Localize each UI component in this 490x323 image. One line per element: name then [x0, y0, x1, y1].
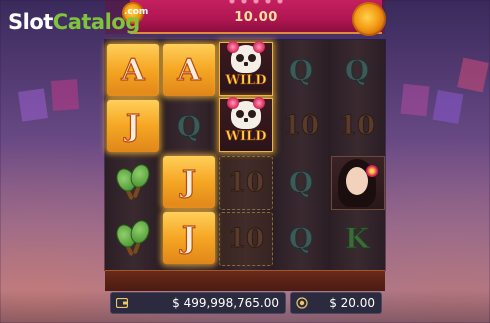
- wild-symbol: WILD: [219, 40, 273, 96]
- symbol-glyph: 10: [282, 111, 320, 142]
- catrina-lady-symbol: [331, 156, 385, 210]
- logo-com-text: .com: [124, 7, 149, 17]
- reel-footer-bar: [105, 270, 385, 291]
- symbol-q: Q: [331, 44, 383, 96]
- win-value: 10.00: [234, 10, 278, 25]
- symbol-glyph: K: [344, 221, 370, 255]
- symbol-10: 10: [219, 156, 273, 210]
- wild-label: WILD: [225, 72, 267, 88]
- skull-icon: [227, 40, 265, 73]
- symbol-10: 10: [275, 100, 327, 152]
- symbol-glyph: 10: [227, 168, 265, 199]
- symbol-glyph: A: [177, 52, 201, 88]
- maraca-symbol: [107, 212, 159, 264]
- symbol-q: Q: [163, 100, 215, 152]
- symbol-q: Q: [275, 44, 327, 96]
- wallet-icon: [115, 296, 129, 310]
- symbol-glyph: Q: [344, 53, 370, 87]
- logo-slot-text: Slot: [8, 10, 53, 34]
- balance-value: $ 499,998,765.00: [172, 296, 279, 310]
- symbol-q: Q: [275, 212, 327, 264]
- wild-symbol: WILD: [219, 96, 273, 152]
- slotcatalog-logo: SlotCatalog: [8, 10, 140, 34]
- maraca-icon: [112, 217, 153, 258]
- symbol-glyph: Q: [288, 221, 314, 255]
- symbol-q: Q: [275, 156, 327, 208]
- bet-display[interactable]: $ 20.00: [290, 292, 382, 314]
- symbol-10: 10: [219, 212, 273, 266]
- rose-icon: [366, 165, 378, 177]
- symbol-10: 10: [331, 100, 383, 152]
- symbol-glyph: Q: [288, 53, 314, 87]
- wild-label: WILD: [225, 128, 267, 144]
- marigold-icon: [352, 2, 386, 36]
- reel-grid: A J A Q J J WILD WILD 10 10 Q 10 Q Q Q 1…: [105, 40, 385, 270]
- symbol-k: K: [331, 212, 383, 264]
- symbol-glyph: Q: [288, 165, 314, 199]
- symbol-glyph: J: [125, 108, 141, 144]
- symbol-glyph: J: [181, 220, 197, 256]
- papel-picado-flag: [432, 89, 464, 125]
- symbol-a-highlighted: A: [163, 44, 215, 96]
- symbol-glyph: Q: [176, 109, 202, 143]
- balance-display: $ 499,998,765.00: [110, 292, 286, 314]
- papel-picado-flag: [400, 83, 430, 117]
- symbol-glyph: 10: [227, 224, 265, 255]
- maraca-symbol: [107, 156, 159, 208]
- symbol-j-highlighted: J: [107, 100, 159, 152]
- symbol-a-highlighted: A: [107, 44, 159, 96]
- symbol-glyph: J: [181, 164, 197, 200]
- symbol-j-highlighted: J: [163, 156, 215, 208]
- banner-decoration: [226, 0, 286, 5]
- symbol-glyph: A: [121, 52, 145, 88]
- skull-icon: [227, 96, 265, 129]
- symbol-j-highlighted: J: [163, 212, 215, 264]
- maraca-icon: [112, 161, 153, 202]
- symbol-glyph: 10: [338, 111, 376, 142]
- papel-picado-flag: [18, 88, 48, 122]
- papel-picado-flag: [50, 79, 80, 111]
- bet-value: $ 20.00: [329, 296, 375, 310]
- coins-icon: [295, 296, 309, 310]
